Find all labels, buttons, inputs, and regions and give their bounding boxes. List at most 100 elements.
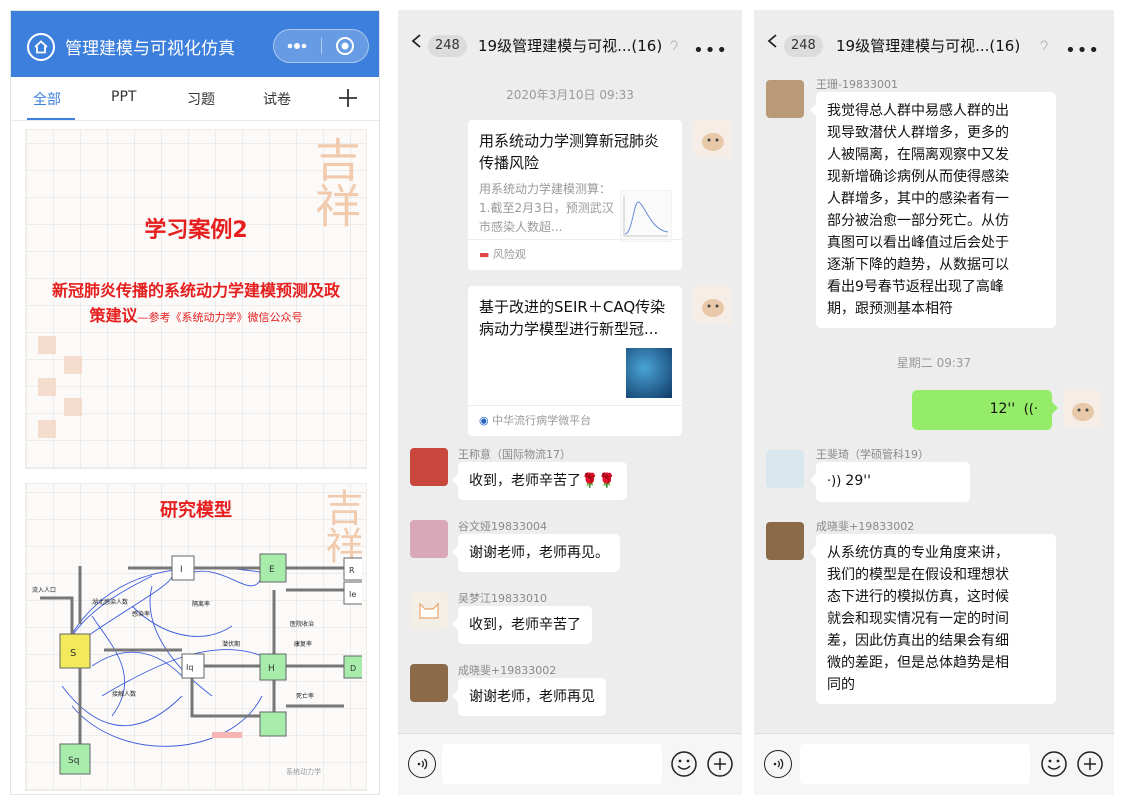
message-input[interactable] [442, 744, 662, 784]
chat-more-button[interactable]: ••• [1065, 40, 1100, 61]
slide-case-study[interactable]: 吉祥 学习案例2 新冠肺炎传播的系统动力学建模预测及政策建议—参考《系统动力学》… [25, 129, 367, 469]
node-iq: Iq [186, 663, 193, 672]
decorative-stamp [64, 398, 82, 416]
message-line: 态下进行的模拟仿真，这时候 [827, 589, 1009, 605]
app-header: 管理建模与可视化仿真 [11, 11, 379, 77]
voice-wave-icon: ((· [1019, 402, 1038, 417]
dog-avatar-icon [1072, 403, 1094, 421]
timestamp: 星期二 09:37 [896, 356, 972, 370]
label-contact: 接触人数 [112, 690, 136, 698]
avatar-member[interactable] [766, 80, 804, 118]
emoji-icon[interactable] [1040, 750, 1068, 778]
label-quarantine: 隔离率 [192, 600, 210, 608]
unread-count-badge[interactable]: 248 [428, 35, 467, 57]
message-line: 逐渐下降的趋势，从数据可以 [827, 257, 1009, 273]
shared-article-card[interactable]: 基于改进的SEIR＋CAQ传染病动力学模型进行新型冠... ◉ 中华流行病学微平… [468, 286, 682, 436]
cat-avatar-icon [419, 602, 439, 619]
add-more-icon[interactable] [1076, 750, 1104, 778]
avatar-member[interactable] [410, 592, 448, 630]
label-death: 死亡率 [296, 692, 314, 700]
shared-article-card[interactable]: 用系统动力学测算新冠肺炎传播风险 用系统动力学建模测算：1.截至2月3日，预测武… [468, 120, 682, 270]
slide-title: 研究模型 [160, 500, 232, 521]
card-divider [468, 239, 682, 240]
mini-program-capsule [273, 29, 369, 63]
sender-name: 王称意（国际物流17） [458, 448, 571, 461]
back-chevron-icon[interactable] [410, 34, 424, 48]
card-description: 用系统动力学建模测算：1.截至2月3日，预测武汉市感染人数超... [479, 182, 614, 234]
node-sq: Sq [68, 756, 79, 766]
voice-wave-icon [773, 758, 784, 770]
decorative-stamp [38, 336, 56, 354]
message-input[interactable] [800, 744, 1030, 784]
course-app-screen: 管理建模与可视化仿真 全部 PPT 习题 试卷 吉祥 学习案例2 新冠肺炎传播的… [10, 10, 380, 795]
chat-header: 248 19级管理建模与可视...(16) ••• [754, 10, 1114, 76]
message-line: 人被隔离，在隔离观察中又发 [827, 147, 1009, 163]
emoji-icon[interactable] [670, 750, 698, 778]
diagram-watermark: 系统动力学 [286, 767, 321, 776]
label-infected-rate: 感染率 [132, 610, 150, 618]
add-tab-plus-icon[interactable] [337, 87, 359, 109]
unread-count-badge[interactable]: 248 [784, 35, 823, 57]
slide-title: 学习案例2 [144, 218, 248, 243]
avatar-self[interactable] [1064, 390, 1102, 428]
message-bubble[interactable]: 收到，老师辛苦了 [452, 606, 592, 644]
message-bubble[interactable]: 我觉得总人群中易感人群的出 现导致潜伏人群增多，更多的 人被隔离，在隔离观察中又… [810, 92, 1056, 328]
home-button[interactable] [27, 33, 55, 61]
voice-input-button[interactable] [408, 750, 436, 778]
card-title: 基于改进的SEIR＋CAQ传染病动力学模型进行新型冠... [479, 298, 666, 338]
avatar-member[interactable] [410, 448, 448, 486]
add-more-icon[interactable] [706, 750, 734, 778]
slide-research-model[interactable]: 吉祥 研究模型 S I E R Ie Iq H D Sq 湖北感染人数 感染率 … [25, 483, 367, 791]
voice-duration: 29'' [845, 473, 871, 489]
message-bubble[interactable]: 从系统仿真的专业角度来讲， 我们的模型是在假设和理想状 态下进行的模拟仿真，这时… [810, 534, 1056, 704]
avatar-member[interactable] [410, 664, 448, 702]
avatar-member[interactable] [766, 522, 804, 560]
avatar-self[interactable] [694, 120, 732, 158]
close-mini-program-button[interactable] [322, 30, 369, 62]
decorative-stamp [38, 378, 56, 396]
node-h: H [268, 664, 275, 674]
chat-input-bar [398, 733, 742, 795]
label-recover: 康复率 [294, 640, 312, 648]
sender-name: 王珊-19833001 [816, 78, 898, 91]
message-line: 现导致潜伏人群增多，更多的 [827, 125, 1009, 141]
app-title: 管理建模与可视化仿真 [65, 39, 235, 59]
message-line: 看出9号春节返程出现了高峰 [827, 279, 1004, 295]
node-ie: Ie [349, 590, 356, 599]
label-latent: 潜伏期 [222, 640, 240, 648]
decorative-stamp [64, 356, 82, 374]
more-menu-button[interactable] [274, 30, 321, 62]
voice-message[interactable]: ·)) 29'' [810, 462, 970, 502]
slide-subtitle-reference: —参考《系统动力学》微信公众号 [137, 311, 303, 324]
chat-more-button[interactable]: ••• [693, 40, 728, 61]
tab-ppt[interactable]: PPT [111, 89, 136, 105]
timestamp: 2020年3月10日 09:33 [506, 88, 634, 102]
dog-avatar-icon [702, 133, 724, 151]
message-bubble[interactable]: 谢谢老师，老师再见 [452, 678, 606, 716]
sender-name: 王斐琦（学硕管科19） [816, 448, 929, 461]
sender-name: 吴梦江19833010 [458, 592, 547, 605]
tab-all[interactable]: 全部 [33, 89, 61, 109]
avatar-member[interactable] [410, 520, 448, 558]
message-bubble[interactable]: 谢谢老师，老师再见。 [452, 534, 620, 572]
voice-duration: 12'' [989, 401, 1016, 417]
group-chat-screen-2: 248 19级管理建模与可视...(16) ••• 王珊-19833001 我觉… [754, 10, 1114, 795]
card-source: ◉ 中华流行病学微平台 [479, 412, 591, 428]
home-icon [34, 40, 48, 54]
sender-name: 成晓斐+19833002 [458, 664, 557, 677]
voice-input-button[interactable] [764, 750, 792, 778]
back-chevron-icon[interactable] [766, 34, 780, 48]
message-line: 我们的模型是在假设和理想状 [827, 567, 1009, 583]
tab-exams[interactable]: 试卷 [263, 89, 291, 109]
label-in-flow: 流入人口 [32, 586, 56, 594]
tab-exercises[interactable]: 习题 [187, 89, 215, 109]
message-bubble[interactable]: 收到，老师辛苦了🌹🌹 [452, 462, 627, 500]
voice-message-self[interactable]: 12'' ((· [912, 390, 1058, 430]
virus-thumbnail-image [626, 348, 672, 398]
message-line: 从系统仿真的专业角度来讲， [827, 545, 1009, 561]
decorative-stamp [38, 420, 56, 438]
avatar-self[interactable] [694, 286, 732, 324]
avatar-member[interactable] [766, 450, 804, 488]
node-i: I [180, 565, 183, 575]
message-line: 我觉得总人群中易感人群的出 [827, 103, 1009, 119]
